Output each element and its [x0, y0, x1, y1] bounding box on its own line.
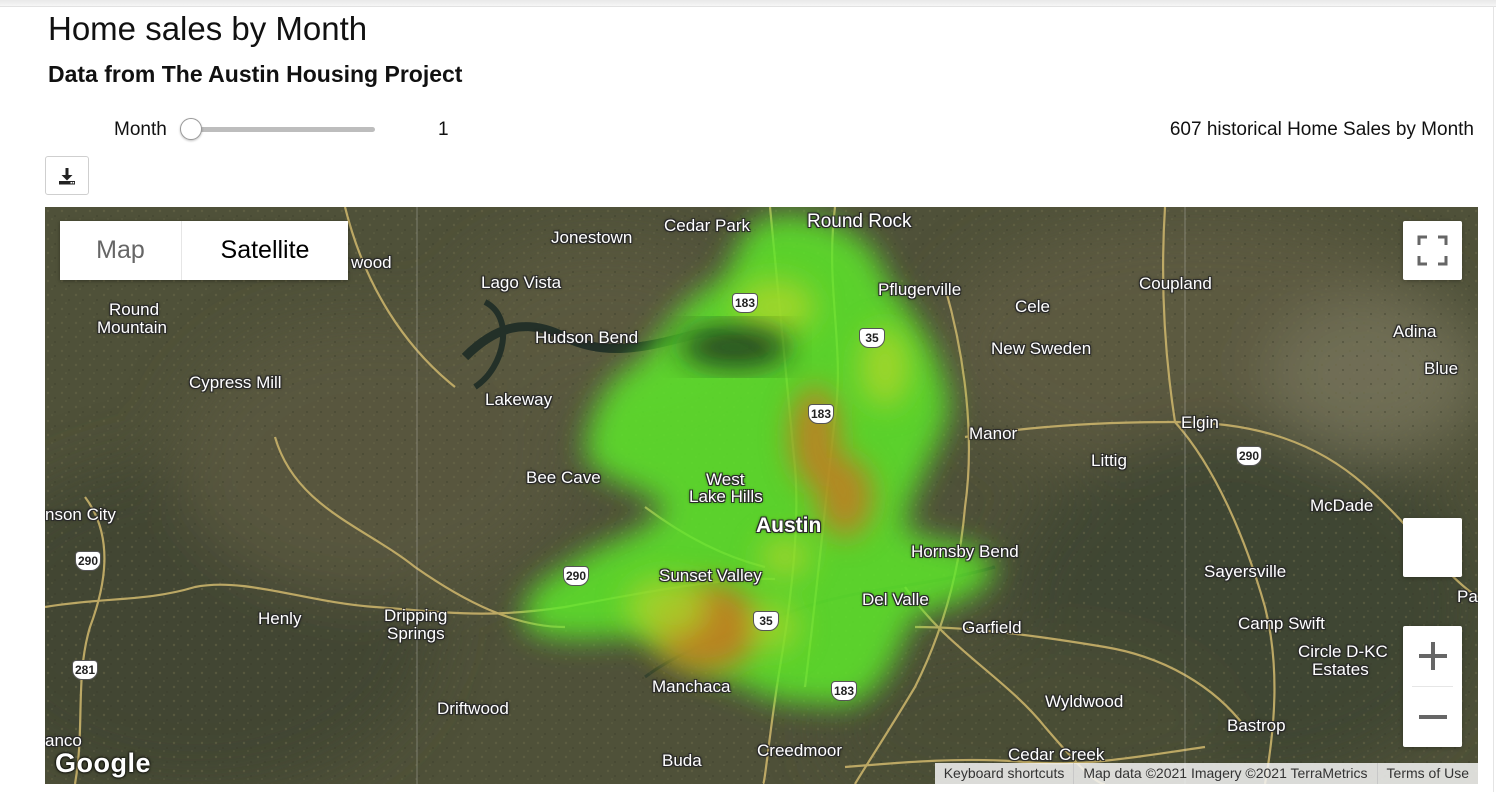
map-type-satellite-button[interactable]: Satellite — [182, 221, 348, 280]
heatmap-map[interactable]: Cedar Park Round Rock Jonestown wood Lag… — [45, 207, 1478, 784]
place-label: Lake Hills — [689, 487, 763, 506]
place-label: Circle D-KC — [1298, 642, 1388, 661]
place-label: Mountain — [97, 318, 167, 337]
place-label: Buda — [662, 751, 702, 770]
map-type-map-button[interactable]: Map — [60, 221, 182, 280]
map-attribution: Keyboard shortcuts Map data ©2021 Imager… — [934, 763, 1478, 784]
place-label: Sayersville — [1204, 562, 1287, 581]
month-slider-label: Month — [114, 119, 167, 140]
place-label: Pa — [1457, 587, 1478, 606]
highway-shield: 290 — [563, 566, 589, 586]
street-view-pegman-button[interactable] — [1403, 518, 1462, 577]
terms-of-use-link[interactable]: Terms of Use — [1376, 763, 1478, 784]
place-label: Garfield — [962, 618, 1022, 637]
place-label: Estates — [1312, 660, 1369, 679]
place-label: Austin — [756, 514, 822, 537]
place-label: Lago Vista — [481, 273, 562, 292]
place-label: Del Valle — [862, 590, 929, 609]
place-label: Round — [109, 300, 160, 319]
minus-icon — [1418, 715, 1447, 719]
google-logo: Google — [55, 748, 151, 778]
place-label: Cele — [1015, 297, 1050, 316]
place-label: New Sweden — [991, 339, 1092, 358]
place-label: Manchaca — [652, 677, 731, 696]
highway-shield: 183 — [831, 681, 857, 701]
place-label: Littig — [1091, 451, 1127, 470]
fullscreen-button[interactable] — [1403, 221, 1462, 280]
zoom-control — [1403, 626, 1462, 747]
highway-shield: 290 — [75, 551, 101, 571]
place-label: Wyldwood — [1045, 692, 1124, 711]
place-label: Bee Cave — [526, 468, 601, 487]
highway-shield: 290 — [1236, 446, 1262, 466]
zoom-in-button[interactable] — [1403, 626, 1462, 686]
page-title: Home sales by Month — [48, 10, 368, 47]
fullscreen-icon — [1417, 235, 1448, 266]
keyboard-shortcuts-link[interactable]: Keyboard shortcuts — [935, 763, 1074, 784]
month-slider-value: 1 — [438, 119, 449, 140]
place-label: Pflugerville — [878, 280, 962, 299]
plus-icon — [1418, 642, 1447, 670]
highway-shield: 35 — [753, 611, 779, 631]
place-label: Manor — [969, 424, 1018, 443]
place-label: Springs — [387, 624, 445, 643]
place-label: Jonestown — [551, 228, 633, 247]
month-slider-thumb[interactable] — [180, 118, 202, 140]
month-slider-track[interactable] — [190, 127, 375, 132]
highway-shield: 281 — [72, 660, 98, 680]
map-type-control: Map Satellite — [60, 221, 348, 280]
place-label: Cedar Park — [664, 216, 750, 235]
download-icon — [59, 167, 75, 184]
highway-shield: 35 — [859, 328, 885, 348]
place-label: Hornsby Bend — [911, 542, 1019, 561]
place-label: Elgin — [1181, 413, 1219, 432]
place-label: Blue — [1424, 359, 1459, 378]
place-label: Henly — [258, 609, 302, 628]
place-label: Cypress Mill — [189, 373, 282, 392]
place-label: McDade — [1310, 496, 1374, 515]
place-label: Coupland — [1139, 274, 1212, 293]
page-subtitle: Data from The Austin Housing Project — [48, 61, 463, 87]
place-label: Dripping — [384, 606, 448, 625]
download-button[interactable] — [45, 156, 89, 195]
zoom-out-button[interactable] — [1403, 687, 1462, 747]
place-label: Bastrop — [1227, 716, 1286, 735]
home-sales-count: 607 historical Home Sales by Month — [1169, 119, 1474, 140]
place-label: Creedmoor — [757, 741, 843, 760]
place-label: Cedar Creek — [1008, 745, 1105, 764]
place-label: Hudson Bend — [535, 328, 639, 347]
highway-shield: 183 — [808, 404, 834, 424]
place-label: nson City — [45, 505, 116, 524]
place-label: Camp Swift — [1238, 614, 1325, 633]
place-label: Adina — [1393, 322, 1437, 341]
place-label: Driftwood — [437, 699, 509, 718]
place-label: Lakeway — [485, 390, 553, 409]
map-data-credit: Map data ©2021 Imagery ©2021 TerraMetric… — [1073, 763, 1376, 784]
place-label: Round Rock — [807, 211, 912, 232]
highway-shield: 183 — [732, 293, 758, 313]
scrollbar-edge — [1493, 6, 1494, 792]
place-label: wood — [351, 253, 392, 272]
place-label: Sunset Valley — [659, 566, 762, 585]
browser-top-edge — [0, 0, 1496, 7]
